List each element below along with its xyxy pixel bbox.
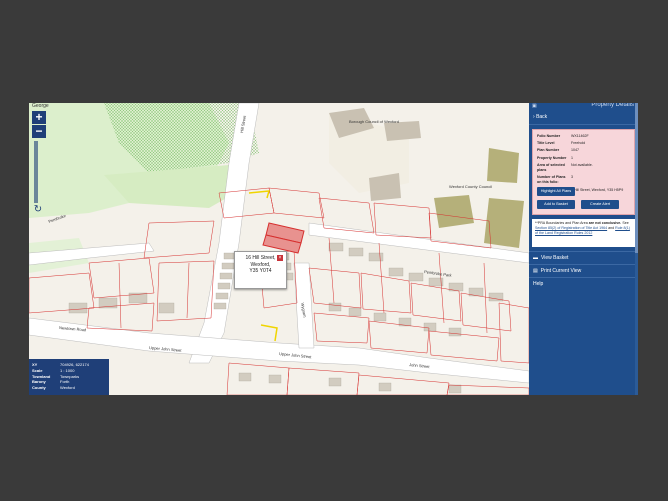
detail-value: WX11462F bbox=[571, 134, 589, 138]
zoom-out-button[interactable]: − bbox=[32, 125, 46, 138]
info-key: County bbox=[32, 385, 46, 391]
location-info-box: XY 704926, 622174 Scale 1 : 1000 Townland T… bbox=[29, 359, 109, 395]
detail-row: Title Level Freehold bbox=[536, 140, 624, 147]
info-value: Wexford bbox=[60, 385, 75, 391]
note-text: and bbox=[608, 226, 615, 230]
detail-key: Plan Number bbox=[537, 148, 560, 153]
detail-value: Freehold bbox=[571, 141, 586, 146]
address-popup: × 16 Hill Street, Wexford, Y35 Y0T4 bbox=[234, 251, 287, 289]
chevron-right-icon: › bbox=[533, 114, 535, 120]
view-basket-item[interactable]: ▬ View Basket bbox=[529, 251, 638, 264]
back-button[interactable]: › Back bbox=[529, 110, 638, 125]
detail-row: Folio Number WX11462F bbox=[536, 133, 624, 140]
detail-value: 1047 bbox=[571, 148, 579, 153]
map-view[interactable]: Newtown Road Upper John Street Upper Joh… bbox=[29, 103, 529, 395]
note-bold: are not conclusive. bbox=[588, 221, 622, 225]
detail-key: Number of Plans on this folio: bbox=[537, 175, 566, 185]
back-label: Back bbox=[536, 114, 548, 120]
building-olive bbox=[487, 148, 519, 183]
help-label: Help bbox=[533, 281, 544, 287]
detail-value: Not available. bbox=[571, 162, 593, 167]
view-basket-label: View Basket bbox=[541, 255, 569, 261]
popup-close-button[interactable]: × bbox=[277, 255, 283, 261]
note-text: **PRA Boundaries and Plan Area bbox=[535, 221, 588, 225]
zoom-in-button[interactable]: + bbox=[32, 111, 46, 124]
detail-key: Area of selected plans bbox=[537, 162, 565, 173]
panel-title: Property Details bbox=[591, 103, 634, 108]
detail-row: Number of Plans on this folio: 3 bbox=[536, 174, 624, 186]
basket-icon: ▬ bbox=[533, 255, 538, 261]
highlight-all-plans-button[interactable]: Highlight All Plans bbox=[537, 187, 575, 196]
building bbox=[384, 121, 421, 141]
detail-row: Plan Number 1047 bbox=[536, 147, 624, 154]
zoom-control: + − bbox=[32, 111, 46, 139]
detail-value: 3 bbox=[571, 175, 573, 180]
create-alert-button[interactable]: Create Alert bbox=[581, 200, 619, 209]
property-details-panel: ▣ Property Details › Back Folio Number WX… bbox=[529, 103, 638, 395]
add-to-basket-button[interactable]: Add to Basket bbox=[537, 200, 575, 209]
detail-row: Area of selected plans Not available. bbox=[536, 162, 624, 174]
folio-details-card: Folio Number WX11462F Title Level Freehold… bbox=[532, 129, 635, 215]
label-borough-council: Borough Council of Wexford bbox=[349, 119, 399, 124]
reset-view-icon[interactable]: ↻ bbox=[32, 205, 44, 215]
info-row-county: County Wexford bbox=[32, 385, 93, 391]
info-value: 704926, 622174 bbox=[60, 362, 89, 367]
print-current-view-item[interactable]: ▤ Print Current View bbox=[529, 264, 638, 277]
print-icon: ▤ bbox=[533, 268, 538, 274]
panel-scrollbar[interactable] bbox=[635, 103, 638, 395]
boundary-disclaimer: **PRA Boundaries and Plan Area are not c… bbox=[532, 219, 635, 247]
scrollbar-thumb[interactable] bbox=[635, 103, 638, 253]
detail-row: Property Number 1 bbox=[536, 155, 624, 162]
panel-pin-icon[interactable]: ▣ bbox=[532, 103, 537, 109]
print-label: Print Current View bbox=[540, 268, 582, 274]
building-olive bbox=[484, 198, 524, 248]
detail-value: 6 Hill Street, Wexford, Y35 H5P9 bbox=[571, 187, 624, 192]
note-link-section-85[interactable]: Section 85(2) of Registration of Title A… bbox=[535, 226, 607, 230]
detail-key: Folio Number bbox=[537, 134, 561, 138]
help-item[interactable]: Help bbox=[529, 277, 638, 290]
map-corner-label: George bbox=[32, 103, 49, 109]
label-county-council: Wexford County Council bbox=[449, 184, 492, 189]
detail-key: Title Level bbox=[537, 141, 555, 146]
app-window: Newtown Road Upper John Street Upper Joh… bbox=[29, 103, 638, 395]
popup-line-3: Y35 Y0T4 bbox=[249, 268, 272, 274]
detail-value: 1 bbox=[571, 155, 573, 160]
building-olive bbox=[434, 195, 474, 228]
note-text: See bbox=[622, 221, 629, 225]
zoom-slider[interactable] bbox=[34, 141, 38, 203]
map-canvas[interactable]: Newtown Road Upper John Street Upper Joh… bbox=[29, 103, 529, 395]
detail-key: Property Number bbox=[537, 155, 567, 160]
